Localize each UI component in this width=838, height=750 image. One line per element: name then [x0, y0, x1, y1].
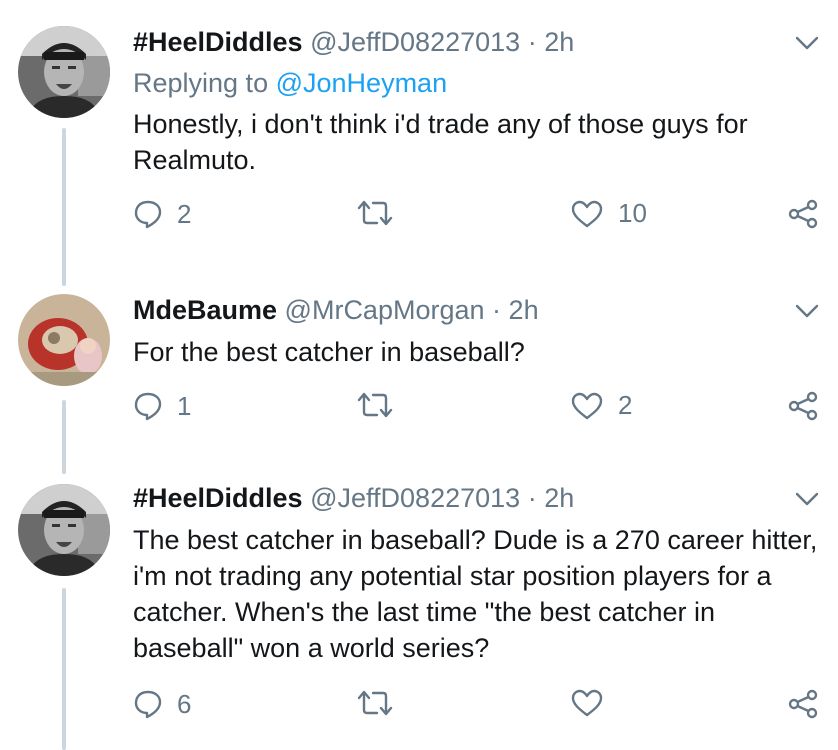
- user-handle[interactable]: @JeffD08227013: [310, 483, 520, 513]
- chevron-down-icon[interactable]: [794, 34, 820, 57]
- reply-button[interactable]: 6: [133, 688, 191, 720]
- avatar[interactable]: [18, 294, 110, 386]
- retweet-button[interactable]: [355, 688, 409, 718]
- user-handle[interactable]: @MrCapMorgan: [285, 295, 485, 325]
- reply-count: 6: [177, 688, 192, 719]
- replying-to-label: Replying to: [133, 68, 269, 98]
- retweet-icon: [355, 198, 395, 228]
- reply-count: 1: [177, 390, 192, 421]
- tweet-time[interactable]: 2h: [544, 483, 574, 513]
- tweet-text: For the best catcher in baseball?: [133, 337, 525, 367]
- share-icon: [787, 688, 819, 720]
- chevron-down-icon[interactable]: [794, 490, 820, 513]
- like-button[interactable]: [570, 688, 618, 718]
- like-icon: [570, 688, 604, 718]
- like-icon: [570, 199, 604, 229]
- mention-link[interactable]: @JonHeyman: [276, 68, 447, 98]
- tweet-actions: 1 2: [133, 390, 823, 430]
- reply-count: 2: [177, 198, 192, 229]
- like-count: 2: [618, 390, 633, 420]
- tweet[interactable]: MdeBaume @MrCapMorgan · 2h For the best …: [0, 280, 838, 460]
- reply-button[interactable]: 2: [133, 198, 191, 230]
- tweet[interactable]: #HeelDiddles @JeffD08227013 · 2h Replyin…: [0, 0, 838, 270]
- share-icon: [787, 390, 819, 422]
- share-button[interactable]: [787, 198, 819, 230]
- tweet-actions: 6: [133, 688, 823, 728]
- like-button[interactable]: 2: [570, 390, 632, 421]
- like-button[interactable]: 10: [570, 198, 647, 229]
- tweet-actions: 2 10: [133, 198, 823, 238]
- like-count: 10: [618, 198, 647, 228]
- separator-dot: ·: [527, 27, 537, 57]
- display-name[interactable]: MdeBaume: [133, 295, 277, 325]
- tweet-time[interactable]: 2h: [509, 295, 539, 325]
- reply-button[interactable]: 1: [133, 390, 191, 422]
- display-name[interactable]: #HeelDiddles: [133, 27, 303, 57]
- user-handle[interactable]: @JeffD08227013: [310, 27, 520, 57]
- retweet-button[interactable]: [355, 198, 409, 228]
- avatar[interactable]: [18, 484, 110, 576]
- retweet-icon: [355, 688, 395, 718]
- reply-icon: [133, 688, 163, 720]
- share-button[interactable]: [787, 390, 819, 422]
- share-button[interactable]: [787, 688, 819, 720]
- retweet-icon: [355, 390, 395, 420]
- avatar[interactable]: [18, 26, 110, 118]
- tweet-header: #HeelDiddles @JeffD08227013 · 2h: [133, 482, 574, 514]
- tweet-header: #HeelDiddles @JeffD08227013 · 2h: [133, 26, 574, 58]
- like-icon: [570, 391, 604, 421]
- tweet-header: MdeBaume @MrCapMorgan · 2h: [133, 294, 539, 326]
- tweet-time[interactable]: 2h: [544, 27, 574, 57]
- tweet-text: Honestly, i don't think i'd trade any of…: [133, 109, 748, 175]
- tweet-text: The best catcher in baseball? Dude is a …: [133, 525, 818, 663]
- replying-to-line: Replying to @JonHeyman: [133, 67, 447, 99]
- display-name[interactable]: #HeelDiddles: [133, 483, 303, 513]
- separator-dot: ·: [527, 483, 537, 513]
- reply-icon: [133, 198, 163, 230]
- retweet-button[interactable]: [355, 390, 409, 420]
- reply-icon: [133, 390, 163, 422]
- share-icon: [787, 198, 819, 230]
- tweet[interactable]: #HeelDiddles @JeffD08227013 · 2h The bes…: [0, 470, 838, 750]
- separator-dot: ·: [492, 295, 502, 325]
- chevron-down-icon[interactable]: [794, 302, 820, 325]
